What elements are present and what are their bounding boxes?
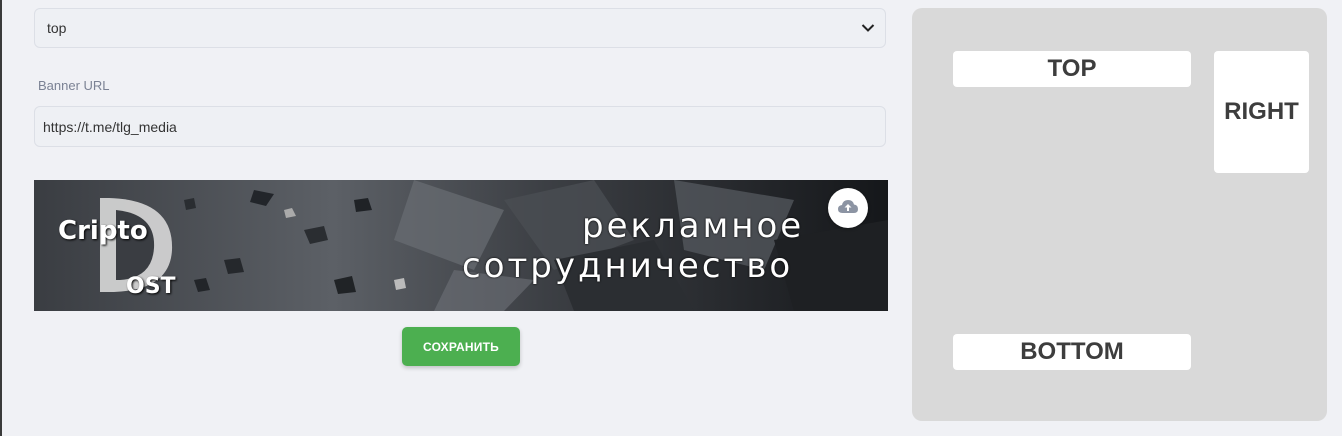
banner-headline-line1: рекламное — [582, 206, 805, 246]
banner-url-value: https://t.me/tlg_media — [43, 118, 177, 135]
position-select[interactable]: top — [34, 8, 886, 48]
preview-slot-bottom-label: BOTTOM — [1020, 338, 1124, 365]
banner-url-input[interactable]: https://t.me/tlg_media — [34, 106, 886, 147]
preview-slot-right-label: RIGHT — [1224, 98, 1299, 125]
preview-slot-top[interactable]: TOP — [953, 51, 1191, 87]
upload-button[interactable] — [828, 188, 868, 228]
banner-logo-ost: OST — [126, 274, 176, 299]
banner-url-label: Banner URL — [38, 78, 110, 93]
banner-image: Cripto OST рекламное сотрудничество — [34, 180, 888, 311]
banner-logo-text: Cripto — [58, 216, 148, 246]
preview-slot-top-label: TOP — [1047, 55, 1097, 82]
banner-position-preview: TOP RIGHT BOTTOM — [912, 8, 1327, 421]
preview-slot-right[interactable]: RIGHT — [1214, 51, 1309, 173]
position-select-value: top — [47, 20, 67, 36]
banner-headline-line2: сотрудничество — [462, 246, 794, 286]
cloud-upload-icon — [837, 198, 859, 219]
chevron-down-icon — [861, 23, 875, 33]
window-edge — [0, 0, 2, 436]
save-button[interactable]: СОХРАНИТЬ — [402, 327, 520, 366]
preview-slot-bottom[interactable]: BOTTOM — [953, 334, 1191, 370]
